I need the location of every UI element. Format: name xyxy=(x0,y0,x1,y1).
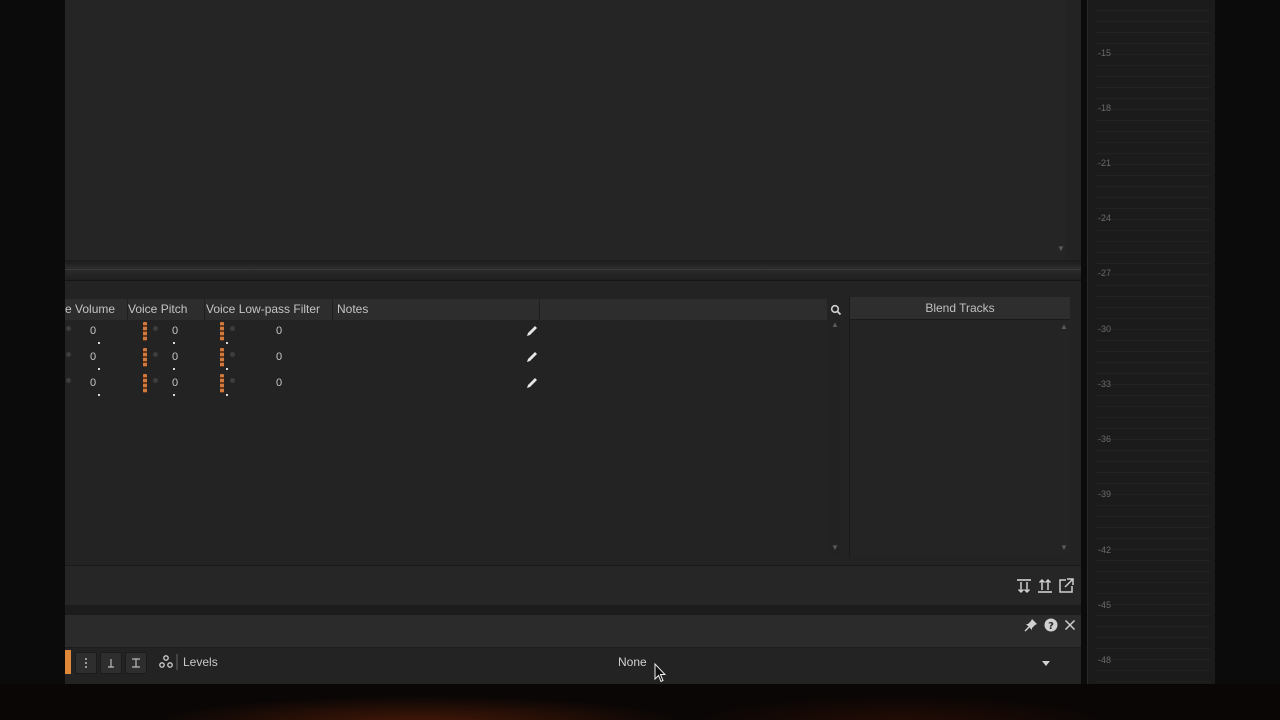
lowpass-value[interactable]: 0 xyxy=(276,325,282,337)
active-tab-indicator xyxy=(65,650,71,674)
blend-tracks-title: Blend Tracks xyxy=(850,297,1070,320)
grip-icon[interactable] xyxy=(75,652,97,674)
column-header-voice-pitch[interactable]: Voice Pitch xyxy=(128,299,205,320)
volume-knob[interactable] xyxy=(66,378,71,383)
pencil-icon[interactable] xyxy=(525,376,539,390)
table-row[interactable]: 0 0 0 xyxy=(65,346,827,372)
upper-pane: ▼ xyxy=(65,0,1065,260)
lowpass-meter xyxy=(220,348,224,367)
pitch-knob[interactable] xyxy=(153,326,158,331)
level-meter: -15 -18 -21 -24 -27 -30 -33 -36 -39 -42 … xyxy=(1087,0,1216,684)
meter-label: -15 xyxy=(1098,48,1112,58)
volume-marker xyxy=(98,368,100,370)
pitch-meter xyxy=(143,322,147,341)
meter-label: -45 xyxy=(1098,600,1112,610)
separator xyxy=(176,654,178,670)
pitch-marker xyxy=(173,342,175,344)
pin-icon[interactable] xyxy=(1023,617,1041,635)
pitch-knob[interactable] xyxy=(153,352,158,357)
meter-label: -18 xyxy=(1098,103,1112,113)
panel-gap xyxy=(65,605,1081,615)
meter-label: -33 xyxy=(1098,379,1112,389)
track-footer-toolbar xyxy=(65,565,1081,607)
levels-panel-titlebar: ? xyxy=(65,615,1081,648)
pane-splitter[interactable] xyxy=(65,260,1081,281)
scroll-down-arrow[interactable]: ▼ xyxy=(1060,544,1068,552)
pitch-meter xyxy=(143,374,147,393)
help-icon[interactable]: ? xyxy=(1043,617,1061,635)
align-both-icon[interactable] xyxy=(125,652,147,674)
lowpass-meter xyxy=(220,374,224,393)
table-row[interactable]: 0 0 0 xyxy=(65,372,827,398)
blend-tracks-panel: Blend Tracks ▲ ▼ xyxy=(849,297,1070,557)
preset-dropdown[interactable]: None xyxy=(613,651,1061,673)
lowpass-knob[interactable] xyxy=(230,352,235,357)
levels-toolbar: Levels None xyxy=(65,648,1081,678)
meter-label: -48 xyxy=(1098,655,1112,665)
lowpass-value[interactable]: 0 xyxy=(276,351,282,363)
track-list-scrollbar[interactable]: ▲ ▼ xyxy=(829,320,841,556)
meter-label: -39 xyxy=(1098,489,1112,499)
scroll-up-arrow[interactable]: ▲ xyxy=(831,321,839,329)
pitch-marker xyxy=(173,368,175,370)
pitch-value[interactable]: 0 xyxy=(172,377,178,389)
column-header-voice-lowpass[interactable]: Voice Low-pass Filter xyxy=(206,299,333,320)
column-header-notes[interactable]: Notes xyxy=(337,299,540,320)
volume-value[interactable]: 0 xyxy=(90,377,96,389)
volume-knob[interactable] xyxy=(66,326,71,331)
meter-label: -30 xyxy=(1098,324,1112,334)
meter-label: -42 xyxy=(1098,545,1112,555)
link-icon[interactable] xyxy=(158,654,176,672)
volume-marker xyxy=(98,342,100,344)
table-row[interactable]: 0 0 0 xyxy=(65,320,827,346)
scroll-down-arrow[interactable]: ▼ xyxy=(831,544,839,552)
meter-label: -21 xyxy=(1098,158,1112,168)
volume-marker xyxy=(98,394,100,396)
lowpass-meter xyxy=(220,322,224,341)
lowpass-knob[interactable] xyxy=(230,326,235,331)
lowpass-marker xyxy=(226,394,228,396)
scroll-down-arrow[interactable]: ▼ xyxy=(1057,245,1065,253)
scroll-up-arrow[interactable]: ▲ xyxy=(1060,323,1068,331)
track-list: 0 0 0 0 0 0 0 0 0 xyxy=(65,320,827,556)
meter-label: -36 xyxy=(1098,434,1112,444)
preset-dropdown-value: None xyxy=(618,655,647,669)
level-meter-scale xyxy=(1096,0,1210,684)
svg-text:?: ? xyxy=(1048,621,1054,632)
pencil-icon[interactable] xyxy=(525,324,539,338)
pitch-marker xyxy=(173,394,175,396)
pitch-value[interactable]: 0 xyxy=(172,351,178,363)
search-icon[interactable] xyxy=(830,303,842,316)
lowpass-marker xyxy=(226,342,228,344)
chevron-down-icon xyxy=(1041,655,1051,666)
lowpass-marker xyxy=(226,368,228,370)
pitch-meter xyxy=(143,348,147,367)
desktop-edge xyxy=(1215,0,1280,684)
volume-value[interactable]: 0 xyxy=(90,325,96,337)
collapse-all-icon[interactable] xyxy=(1015,577,1033,595)
column-header-volume[interactable]: e Volume xyxy=(65,299,128,320)
meter-label: -27 xyxy=(1098,268,1112,278)
volume-knob[interactable] xyxy=(66,352,71,357)
lowpass-knob[interactable] xyxy=(230,378,235,383)
lowpass-value[interactable]: 0 xyxy=(276,377,282,389)
pitch-knob[interactable] xyxy=(153,378,158,383)
close-icon[interactable] xyxy=(1062,617,1080,635)
splitter-line xyxy=(65,269,1081,270)
track-table-header: e Volume Voice Pitch Voice Low-pass Filt… xyxy=(65,299,827,321)
meter-label: -24 xyxy=(1098,213,1112,223)
volume-value[interactable]: 0 xyxy=(90,351,96,363)
pitch-value[interactable]: 0 xyxy=(172,325,178,337)
editor-window: ▼ e Volume Voice Pitch Voice Low-pass Fi… xyxy=(65,0,1081,684)
mouse-cursor-icon xyxy=(654,662,667,683)
expand-all-icon[interactable] xyxy=(1036,577,1054,595)
align-bottom-icon[interactable] xyxy=(100,652,122,674)
pencil-icon[interactable] xyxy=(525,350,539,364)
desk-background xyxy=(0,684,1280,720)
levels-label: Levels xyxy=(183,655,218,669)
popout-icon[interactable] xyxy=(1057,577,1075,595)
